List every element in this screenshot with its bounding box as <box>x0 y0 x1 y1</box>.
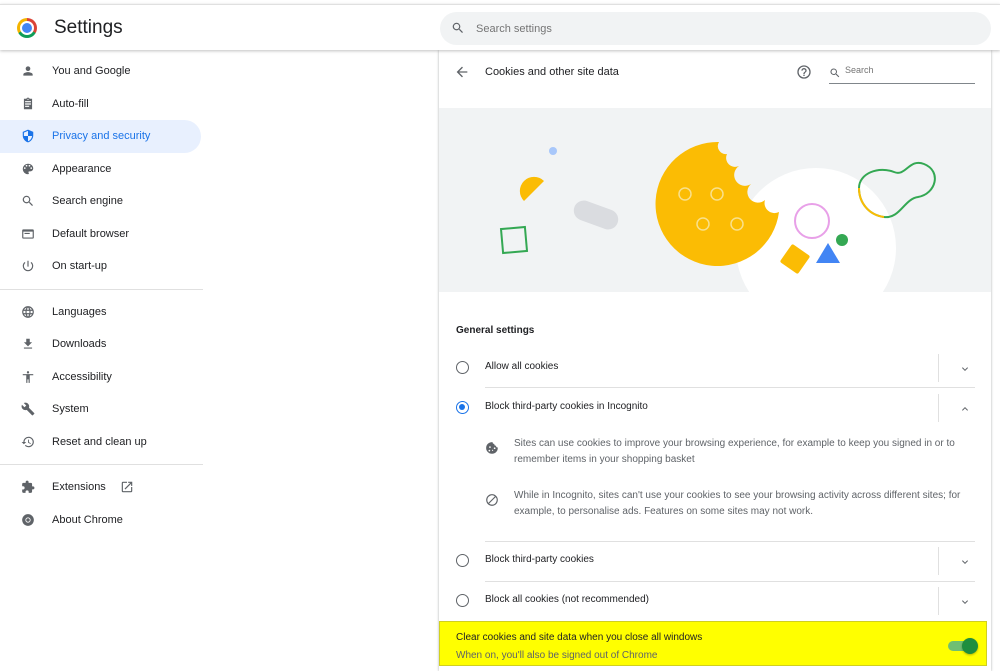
sidebar-item-you-and-google[interactable]: You and Google <box>0 55 210 88</box>
option-allow-all-cookies[interactable]: Allow all cookies <box>439 348 991 388</box>
help-icon[interactable] <box>796 64 812 85</box>
browser-icon <box>20 226 36 242</box>
option-block-third-party-cookies[interactable]: Block third-party cookies <box>439 541 991 581</box>
section-title-general-settings: General settings <box>456 325 535 336</box>
detail-text: While in Incognito, sites can't use your… <box>514 490 961 517</box>
sidebar-item-label: Search engine <box>52 195 123 208</box>
radio-block-third-party-incognito[interactable] <box>456 401 469 414</box>
back-arrow-icon[interactable] <box>454 64 470 85</box>
cookies-settings-card: Cookies and other site data General <box>439 50 991 671</box>
row-separator <box>938 547 939 575</box>
sidebar-item-default-browser[interactable]: Default browser <box>0 218 210 251</box>
shield-icon <box>20 128 36 144</box>
row-separator <box>938 394 939 422</box>
radio-block-all-cookies[interactable] <box>456 594 469 607</box>
clear-on-exit-subtitle: When on, you'll also be signed out of Ch… <box>456 650 658 661</box>
sidebar-divider <box>0 464 203 465</box>
cookies-illustration-graphic <box>499 141 936 292</box>
clear-on-exit-row[interactable]: Clear cookies and site data when you clo… <box>439 621 987 666</box>
search-icon <box>20 193 36 209</box>
sidebar-item-label: Appearance <box>52 162 112 175</box>
subpage-title: Cookies and other site data <box>485 66 619 78</box>
sidebar-item-label: Privacy and security <box>52 130 151 143</box>
subpage-search-input[interactable] <box>845 65 970 75</box>
restore-icon <box>20 434 36 450</box>
sidebar-nav: You and Google Auto-fill Privacy and sec… <box>0 55 210 536</box>
sidebar-item-reset-and-clean-up[interactable]: Reset and clean up <box>0 426 210 459</box>
open-in-new-icon <box>120 480 134 494</box>
cookies-illustration <box>439 108 991 292</box>
app-title: Settings <box>54 17 123 38</box>
sidebar-item-appearance[interactable]: Appearance <box>0 153 210 186</box>
sidebar-item-label: Accessibility <box>52 370 112 383</box>
option-block-all-cookies[interactable]: Block all cookies (not recommended) <box>439 581 991 621</box>
sidebar-item-autofill[interactable]: Auto-fill <box>0 88 210 121</box>
option-block-third-party-incognito[interactable]: Block third-party cookies in Incognito <box>439 388 991 428</box>
sidebar-item-label: Default browser <box>52 227 130 240</box>
sidebar-item-extensions[interactable]: Extensions <box>0 471 210 504</box>
sidebar-item-label: About Chrome <box>52 513 123 526</box>
clipboard-icon <box>20 96 36 112</box>
toggle-knob <box>962 638 978 654</box>
palette-icon <box>20 161 36 177</box>
subpage-search[interactable] <box>829 64 975 84</box>
download-icon <box>20 336 36 352</box>
sidebar-item-label: Reset and clean up <box>52 435 147 448</box>
chevron-down-icon[interactable] <box>959 595 971 613</box>
person-icon <box>20 63 36 79</box>
option-label: Block third-party cookies in Incognito <box>485 401 648 412</box>
detail-text: Sites can use cookies to improve your br… <box>514 438 955 465</box>
accessibility-icon <box>20 369 36 385</box>
option-label: Block all cookies (not recommended) <box>485 594 649 605</box>
sidebar-item-privacy-and-security[interactable]: Privacy and security <box>0 120 201 153</box>
row-separator <box>938 354 939 382</box>
sidebar-item-label: On start-up <box>52 260 108 273</box>
sidebar-item-on-startup[interactable]: On start-up <box>0 250 210 283</box>
puzzle-icon <box>20 479 36 495</box>
detail-cookies-improve-experience: Sites can use cookies to improve your br… <box>485 436 975 476</box>
sidebar-item-about-chrome[interactable]: About Chrome <box>0 504 210 537</box>
sidebar-item-label: Downloads <box>52 338 107 351</box>
wrench-icon <box>20 401 36 417</box>
clear-on-exit-title: Clear cookies and site data when you clo… <box>456 632 703 643</box>
search-settings-input[interactable] <box>476 19 956 39</box>
sidebar-divider <box>0 288 203 290</box>
sidebar-item-label: Languages <box>52 305 107 318</box>
sidebar-item-system[interactable]: System <box>0 393 210 426</box>
clear-on-exit-toggle[interactable] <box>948 638 978 654</box>
sidebar-item-downloads[interactable]: Downloads <box>0 328 210 361</box>
sidebar-item-accessibility[interactable]: Accessibility <box>0 361 210 394</box>
option-label: Block third-party cookies <box>485 554 594 565</box>
sidebar-item-label: Auto-fill <box>52 97 89 110</box>
block-icon <box>485 493 499 513</box>
chrome-logo-icon <box>17 18 37 38</box>
subpage-header: Cookies and other site data <box>439 50 991 102</box>
chevron-down-icon[interactable] <box>959 555 971 573</box>
cookie-icon <box>485 441 499 461</box>
detail-incognito-no-tracking: While in Incognito, sites can't use your… <box>485 488 975 528</box>
sidebar-item-label: Extensions <box>52 481 106 494</box>
option-label: Allow all cookies <box>485 361 559 372</box>
power-icon <box>20 258 36 274</box>
globe-icon <box>20 304 36 320</box>
chevron-up-icon[interactable] <box>959 402 971 420</box>
row-separator <box>938 587 939 615</box>
search-icon <box>452 22 463 33</box>
search-icon <box>830 68 840 78</box>
sidebar-item-search-engine[interactable]: Search engine <box>0 185 210 218</box>
sidebar-item-languages[interactable]: Languages <box>0 296 210 329</box>
radio-block-third-party-cookies[interactable] <box>456 554 469 567</box>
chrome-icon <box>20 512 36 528</box>
radio-allow-all-cookies[interactable] <box>456 361 469 374</box>
search-settings-bar[interactable] <box>440 12 991 45</box>
settings-header: Settings <box>0 4 1000 50</box>
chevron-down-icon[interactable] <box>959 362 971 380</box>
sidebar-item-label: System <box>52 403 89 416</box>
sidebar-item-label: You and Google <box>52 65 131 78</box>
